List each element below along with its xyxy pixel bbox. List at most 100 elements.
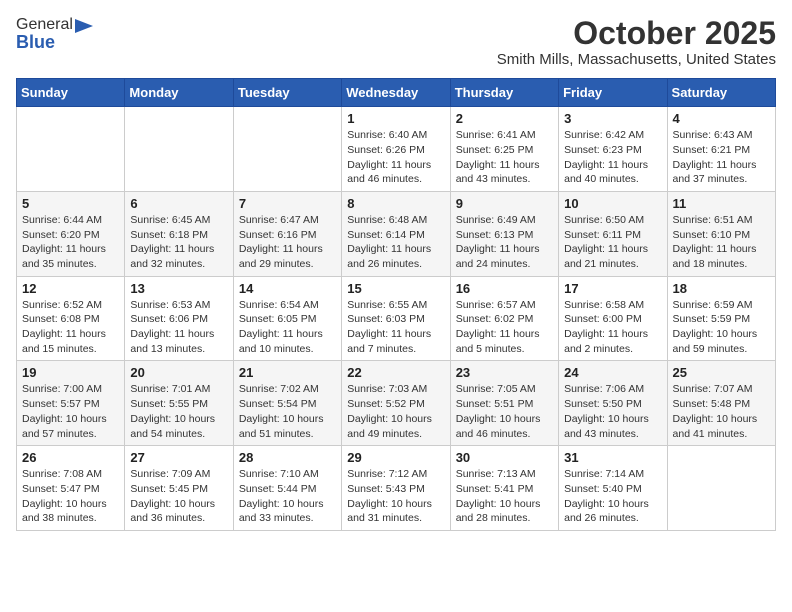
day-cell: 6Sunrise: 6:45 AM Sunset: 6:18 PM Daylig… bbox=[125, 191, 233, 276]
col-thursday: Thursday bbox=[450, 79, 558, 107]
day-cell: 4 Sunrise: 6:43 AM Sunset: 6:21 PM Daylig… bbox=[667, 107, 775, 192]
header-row: Sunday Monday Tuesday Wednesday Thursday… bbox=[17, 79, 776, 107]
day-info: Sunrise: 6:50 AM Sunset: 6:11 PM Dayligh… bbox=[564, 213, 661, 272]
day-info: Sunrise: 7:00 AM Sunset: 5:57 PM Dayligh… bbox=[22, 382, 119, 441]
day-number: 16 bbox=[456, 281, 553, 296]
day-number: 10 bbox=[564, 196, 661, 211]
day-number: 17 bbox=[564, 281, 661, 296]
logo-flag-icon bbox=[75, 19, 93, 33]
day-number: 1 bbox=[347, 111, 444, 126]
col-monday: Monday bbox=[125, 79, 233, 107]
day-info: Sunrise: 6:54 AM Sunset: 6:05 PM Dayligh… bbox=[239, 298, 336, 357]
day-number: 8 bbox=[347, 196, 444, 211]
day-info: Sunrise: 7:05 AM Sunset: 5:51 PM Dayligh… bbox=[456, 382, 553, 441]
day-cell: 1Sunrise: 6:40 AM Sunset: 6:26 PM Daylig… bbox=[342, 107, 450, 192]
day-info: Sunrise: 7:09 AM Sunset: 5:45 PM Dayligh… bbox=[130, 467, 227, 526]
day-number: 21 bbox=[239, 365, 336, 380]
day-number: 4 bbox=[673, 111, 770, 126]
day-cell: 20 Sunrise: 7:01 AM Sunset: 5:55 PM Dayli… bbox=[125, 361, 233, 446]
day-info: Sunrise: 6:49 AM Sunset: 6:13 PM Dayligh… bbox=[456, 213, 553, 272]
day-number: 29 bbox=[347, 450, 444, 465]
day-number: 23 bbox=[456, 365, 553, 380]
day-cell: 19 Sunrise: 7:00 AM Sunset: 5:57 PM Dayli… bbox=[17, 361, 125, 446]
day-cell: 2Sunrise: 6:41 AM Sunset: 6:25 PM Daylig… bbox=[450, 107, 558, 192]
col-friday: Friday bbox=[559, 79, 667, 107]
page-title: October 2025 bbox=[497, 16, 776, 51]
col-sunday: Sunday bbox=[17, 79, 125, 107]
day-number: 6 bbox=[130, 196, 227, 211]
page-subtitle: Smith Mills, Massachusetts, United State… bbox=[497, 51, 776, 68]
day-info: Sunrise: 6:41 AM Sunset: 6:25 PM Dayligh… bbox=[456, 128, 553, 187]
day-info: Sunrise: 6:48 AM Sunset: 6:14 PM Dayligh… bbox=[347, 213, 444, 272]
day-cell: 24 Sunrise: 7:06 AM Sunset: 5:50 PM Dayli… bbox=[559, 361, 667, 446]
day-cell: 10 Sunrise: 6:50 AM Sunset: 6:11 PM Dayli… bbox=[559, 191, 667, 276]
col-saturday: Saturday bbox=[667, 79, 775, 107]
day-number: 31 bbox=[564, 450, 661, 465]
day-info: Sunrise: 6:57 AM Sunset: 6:02 PM Dayligh… bbox=[456, 298, 553, 357]
day-cell bbox=[17, 107, 125, 192]
day-info: Sunrise: 7:10 AM Sunset: 5:44 PM Dayligh… bbox=[239, 467, 336, 526]
day-number: 26 bbox=[22, 450, 119, 465]
day-cell: 16 Sunrise: 6:57 AM Sunset: 6:02 PM Dayli… bbox=[450, 276, 558, 361]
day-number: 14 bbox=[239, 281, 336, 296]
day-cell: 28Sunrise: 7:10 AM Sunset: 5:44 PM Dayli… bbox=[233, 446, 341, 531]
day-info: Sunrise: 6:47 AM Sunset: 6:16 PM Dayligh… bbox=[239, 213, 336, 272]
day-cell: 21 Sunrise: 7:02 AM Sunset: 5:54 PM Dayli… bbox=[233, 361, 341, 446]
day-info: Sunrise: 6:43 AM Sunset: 6:21 PM Dayligh… bbox=[673, 128, 770, 187]
day-info: Sunrise: 6:58 AM Sunset: 6:00 PM Dayligh… bbox=[564, 298, 661, 357]
week-row-4: 19 Sunrise: 7:00 AM Sunset: 5:57 PM Dayli… bbox=[17, 361, 776, 446]
day-info: Sunrise: 6:44 AM Sunset: 6:20 PM Dayligh… bbox=[22, 213, 119, 272]
day-cell: 15 Sunrise: 6:55 AM Sunset: 6:03 PM Dayli… bbox=[342, 276, 450, 361]
day-number: 11 bbox=[673, 196, 770, 211]
day-number: 22 bbox=[347, 365, 444, 380]
day-number: 20 bbox=[130, 365, 227, 380]
day-number: 12 bbox=[22, 281, 119, 296]
day-number: 24 bbox=[564, 365, 661, 380]
day-cell: 22 Sunrise: 7:03 AM Sunset: 5:52 PM Dayli… bbox=[342, 361, 450, 446]
calendar-table: Sunday Monday Tuesday Wednesday Thursday… bbox=[16, 78, 776, 531]
day-cell: 8 Sunrise: 6:48 AM Sunset: 6:14 PM Daylig… bbox=[342, 191, 450, 276]
day-cell bbox=[233, 107, 341, 192]
day-info: Sunrise: 7:02 AM Sunset: 5:54 PM Dayligh… bbox=[239, 382, 336, 441]
day-cell: 3Sunrise: 6:42 AM Sunset: 6:23 PM Daylig… bbox=[559, 107, 667, 192]
logo-blue-text: Blue bbox=[16, 32, 55, 53]
day-cell: 25Sunrise: 7:07 AM Sunset: 5:48 PM Dayli… bbox=[667, 361, 775, 446]
day-cell: 12Sunrise: 6:52 AM Sunset: 6:08 PM Dayli… bbox=[17, 276, 125, 361]
week-row-2: 5Sunrise: 6:44 AM Sunset: 6:20 PM Daylig… bbox=[17, 191, 776, 276]
day-info: Sunrise: 7:01 AM Sunset: 5:55 PM Dayligh… bbox=[130, 382, 227, 441]
day-info: Sunrise: 7:03 AM Sunset: 5:52 PM Dayligh… bbox=[347, 382, 444, 441]
day-cell: 29Sunrise: 7:12 AM Sunset: 5:43 PM Dayli… bbox=[342, 446, 450, 531]
week-row-5: 26Sunrise: 7:08 AM Sunset: 5:47 PM Dayli… bbox=[17, 446, 776, 531]
day-cell: 5Sunrise: 6:44 AM Sunset: 6:20 PM Daylig… bbox=[17, 191, 125, 276]
week-row-1: 1Sunrise: 6:40 AM Sunset: 6:26 PM Daylig… bbox=[17, 107, 776, 192]
day-info: Sunrise: 7:07 AM Sunset: 5:48 PM Dayligh… bbox=[673, 382, 770, 441]
day-info: Sunrise: 6:59 AM Sunset: 5:59 PM Dayligh… bbox=[673, 298, 770, 357]
day-number: 15 bbox=[347, 281, 444, 296]
day-number: 27 bbox=[130, 450, 227, 465]
day-cell: 7 Sunrise: 6:47 AM Sunset: 6:16 PM Daylig… bbox=[233, 191, 341, 276]
day-number: 19 bbox=[22, 365, 119, 380]
title-block: October 2025 Smith Mills, Massachusetts,… bbox=[497, 16, 776, 68]
day-number: 3 bbox=[564, 111, 661, 126]
day-info: Sunrise: 6:53 AM Sunset: 6:06 PM Dayligh… bbox=[130, 298, 227, 357]
day-cell: 31 Sunrise: 7:14 AM Sunset: 5:40 PM Dayli… bbox=[559, 446, 667, 531]
day-cell: 14 Sunrise: 6:54 AM Sunset: 6:05 PM Dayli… bbox=[233, 276, 341, 361]
day-cell: 11 Sunrise: 6:51 AM Sunset: 6:10 PM Dayli… bbox=[667, 191, 775, 276]
day-number: 7 bbox=[239, 196, 336, 211]
day-info: Sunrise: 7:13 AM Sunset: 5:41 PM Dayligh… bbox=[456, 467, 553, 526]
day-info: Sunrise: 6:51 AM Sunset: 6:10 PM Dayligh… bbox=[673, 213, 770, 272]
day-info: Sunrise: 7:06 AM Sunset: 5:50 PM Dayligh… bbox=[564, 382, 661, 441]
calendar-body: 1Sunrise: 6:40 AM Sunset: 6:26 PM Daylig… bbox=[17, 107, 776, 531]
day-cell: 23 Sunrise: 7:05 AM Sunset: 5:51 PM Dayli… bbox=[450, 361, 558, 446]
day-number: 13 bbox=[130, 281, 227, 296]
logo: General Blue bbox=[16, 16, 93, 53]
day-cell: 13 Sunrise: 6:53 AM Sunset: 6:06 PM Dayli… bbox=[125, 276, 233, 361]
col-tuesday: Tuesday bbox=[233, 79, 341, 107]
day-cell: 18Sunrise: 6:59 AM Sunset: 5:59 PM Dayli… bbox=[667, 276, 775, 361]
day-number: 9 bbox=[456, 196, 553, 211]
day-cell: 26Sunrise: 7:08 AM Sunset: 5:47 PM Dayli… bbox=[17, 446, 125, 531]
day-info: Sunrise: 7:14 AM Sunset: 5:40 PM Dayligh… bbox=[564, 467, 661, 526]
day-cell: 27 Sunrise: 7:09 AM Sunset: 5:45 PM Dayli… bbox=[125, 446, 233, 531]
day-info: Sunrise: 6:55 AM Sunset: 6:03 PM Dayligh… bbox=[347, 298, 444, 357]
week-row-3: 12Sunrise: 6:52 AM Sunset: 6:08 PM Dayli… bbox=[17, 276, 776, 361]
